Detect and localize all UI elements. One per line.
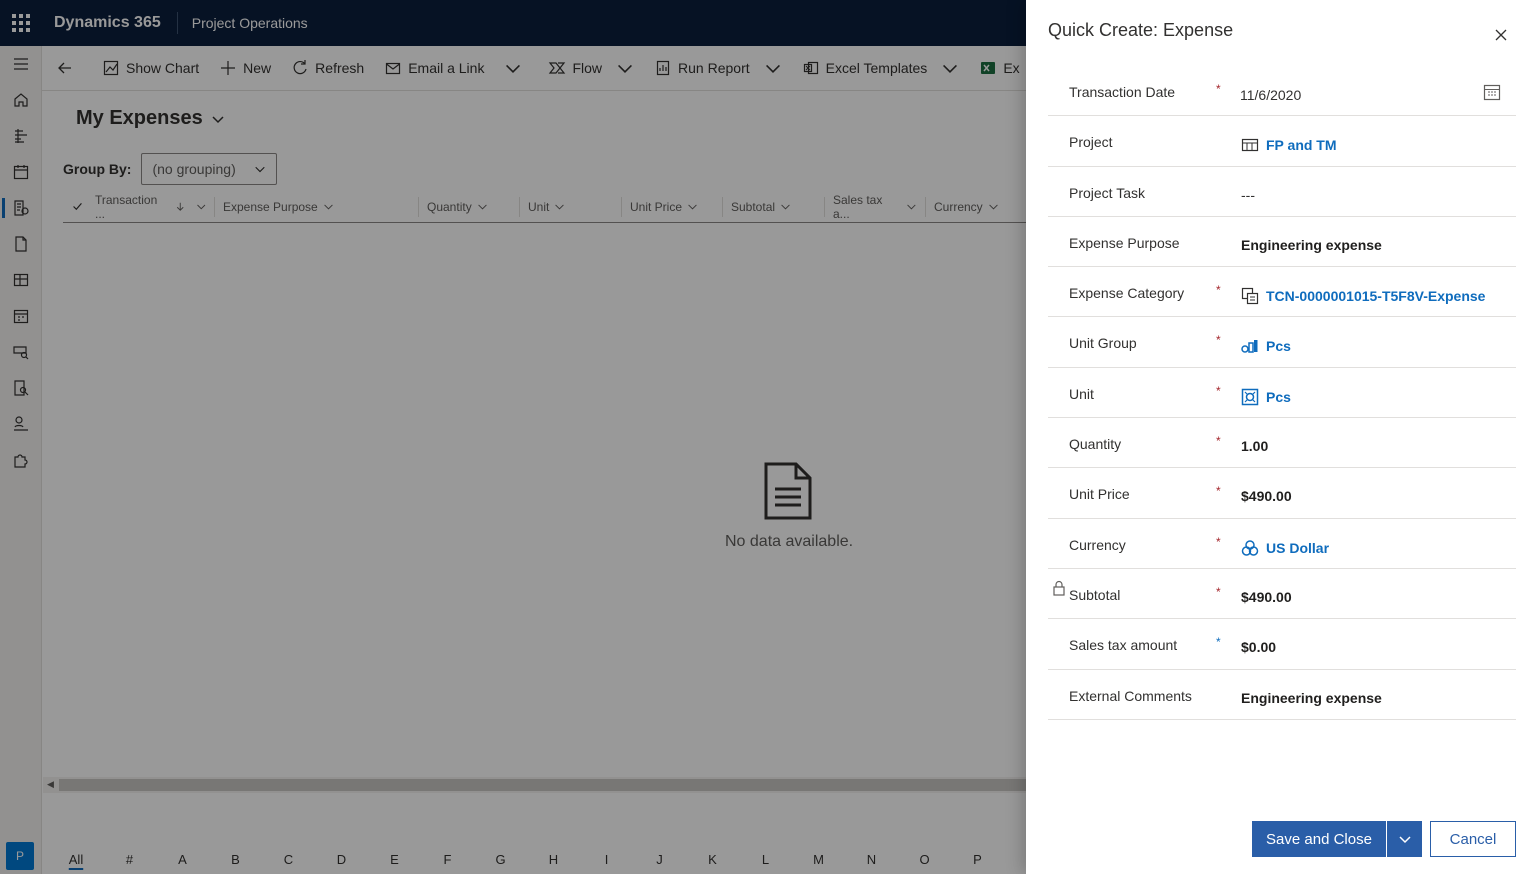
field-external-comments: External Comments Engineering expense (1048, 670, 1516, 720)
unit-group-lookup[interactable]: Pcs (1241, 337, 1291, 355)
field-label: Unit (1069, 385, 1094, 402)
quick-create-form: Transaction Date * 11/6/2020 Project FP … (1048, 66, 1516, 720)
required-indicator: * (1216, 534, 1221, 549)
field-project-task: Project Task --- (1048, 167, 1516, 217)
field-label: Sales tax amount (1069, 637, 1178, 654)
field-project: Project FP and TM (1048, 116, 1516, 167)
project-entity-icon (1241, 139, 1259, 152)
close-icon[interactable] (1492, 26, 1510, 44)
field-label: Expense Category (1069, 285, 1185, 302)
quick-create-panel: Quick Create: Expense Transaction Date *… (1026, 0, 1536, 874)
unit-lookup[interactable]: Pcs (1241, 388, 1291, 406)
calendar-icon[interactable] (1482, 82, 1502, 102)
field-label: Currency (1069, 536, 1126, 553)
field-quantity: Quantity * 1.00 (1048, 418, 1516, 469)
field-expense-purpose: Expense Purpose Engineering expense (1048, 217, 1516, 268)
required-indicator: * (1216, 283, 1221, 298)
required-indicator: * (1216, 82, 1221, 96)
required-indicator: * (1216, 584, 1221, 599)
expense-purpose-input[interactable]: Engineering expense (1241, 237, 1382, 253)
unit-price-input[interactable]: $490.00 (1241, 488, 1292, 504)
unit-icon (1241, 388, 1259, 406)
field-label: Subtotal (1069, 586, 1121, 603)
required-indicator: * (1216, 333, 1221, 348)
field-transaction-date: Transaction Date * 11/6/2020 (1048, 66, 1516, 117)
currency-lookup[interactable]: US Dollar (1241, 539, 1329, 557)
cancel-button[interactable]: Cancel (1430, 821, 1516, 857)
field-unit: Unit * Pcs (1048, 368, 1516, 419)
currency-icon (1241, 539, 1259, 556)
expense-category-value: TCN-0000001015-T5F8V-Expense (1266, 288, 1486, 305)
save-and-close-button[interactable]: Save and Close (1252, 821, 1386, 857)
modal-overlay (0, 0, 1026, 874)
required-indicator: * (1216, 383, 1221, 398)
project-value: FP and TM (1266, 137, 1337, 154)
field-label: External Comments (1069, 687, 1192, 704)
project-lookup[interactable]: FP and TM (1241, 136, 1337, 154)
field-unit-group: Unit Group * Pcs (1048, 317, 1516, 368)
project-task-lookup[interactable]: --- (1241, 187, 1255, 203)
field-sales-tax: Sales tax amount * $0.00 (1048, 619, 1516, 670)
field-unit-price: Unit Price * $490.00 (1048, 468, 1516, 519)
field-label: Transaction Date (1069, 84, 1176, 100)
subtotal-value: $490.00 (1241, 588, 1292, 605)
field-label: Expense Purpose (1069, 234, 1180, 251)
field-subtotal: Subtotal * $490.00 (1048, 569, 1516, 620)
unit-value: Pcs (1266, 388, 1291, 405)
save-options-button[interactable] (1387, 821, 1422, 857)
required-indicator: * (1216, 484, 1221, 499)
field-label: Project (1069, 134, 1113, 151)
field-label: Project Task (1069, 184, 1145, 201)
currency-value: US Dollar (1266, 539, 1330, 556)
field-label: Unit Price (1069, 486, 1130, 503)
transaction-date-input[interactable]: 11/6/2020 (1240, 87, 1301, 103)
field-currency: Currency * US Dollar (1048, 519, 1516, 569)
quantity-input[interactable]: 1.00 (1241, 438, 1268, 454)
unit-group-icon (1241, 340, 1258, 354)
unit-group-value: Pcs (1266, 338, 1291, 355)
category-entity-icon (1241, 288, 1259, 305)
panel-title: Quick Create: Expense (1048, 20, 1234, 40)
field-expense-category: Expense Category * TCN-0000001015-T5F8V-… (1048, 267, 1516, 318)
lock-icon (1053, 580, 1065, 596)
field-label: Unit Group (1069, 335, 1137, 352)
external-comments-input[interactable]: Engineering expense (1241, 690, 1382, 706)
sales-tax-input[interactable]: $0.00 (1241, 639, 1276, 655)
chevron-down-icon (1398, 836, 1411, 844)
recommended-indicator: * (1216, 635, 1221, 650)
field-label: Quantity (1069, 436, 1122, 453)
required-indicator: * (1216, 434, 1221, 449)
expense-category-lookup[interactable]: TCN-0000001015-T5F8V-Expense (1241, 287, 1485, 305)
